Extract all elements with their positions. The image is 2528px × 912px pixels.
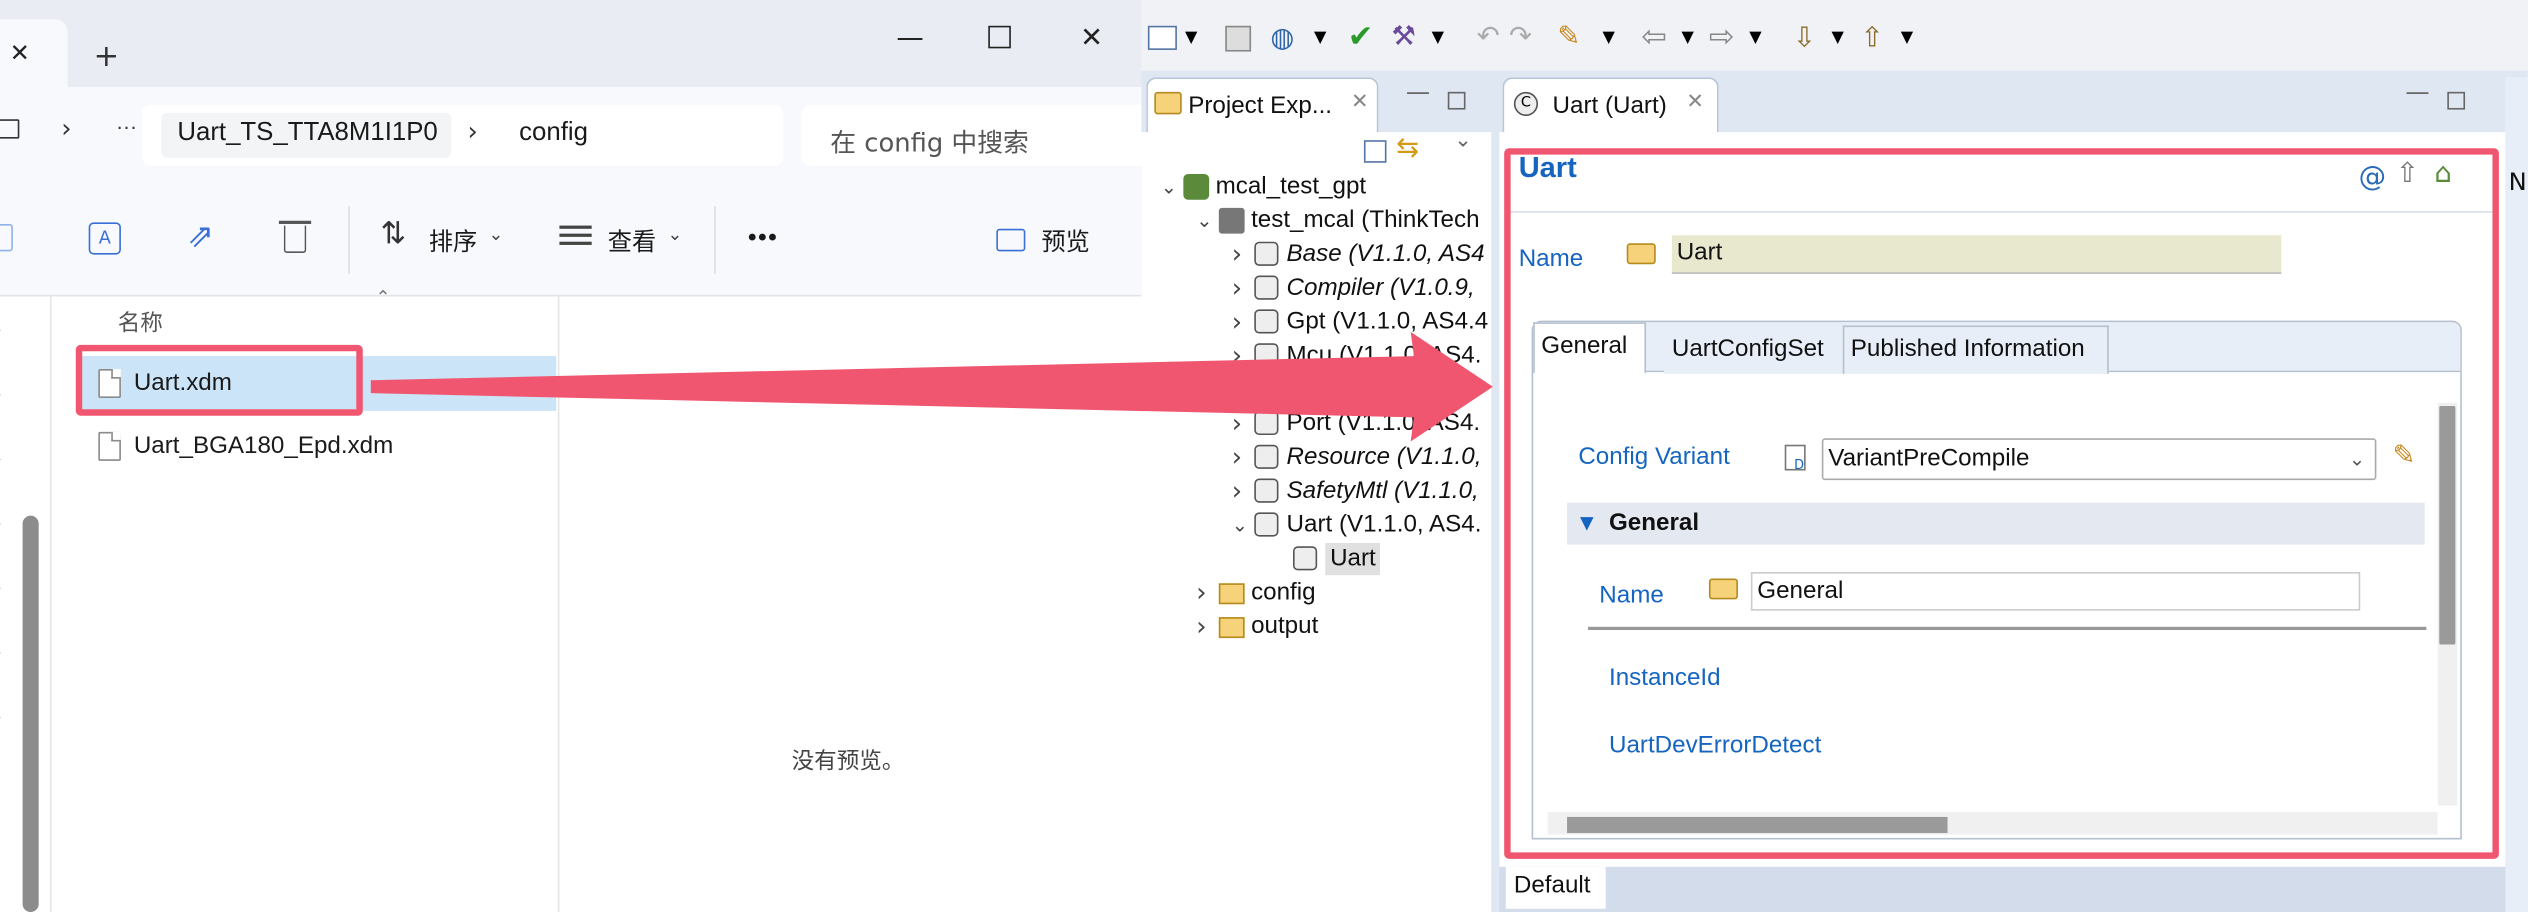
red-arrow-shape	[370, 331, 1493, 442]
annotation-arrow	[370, 331, 1493, 442]
